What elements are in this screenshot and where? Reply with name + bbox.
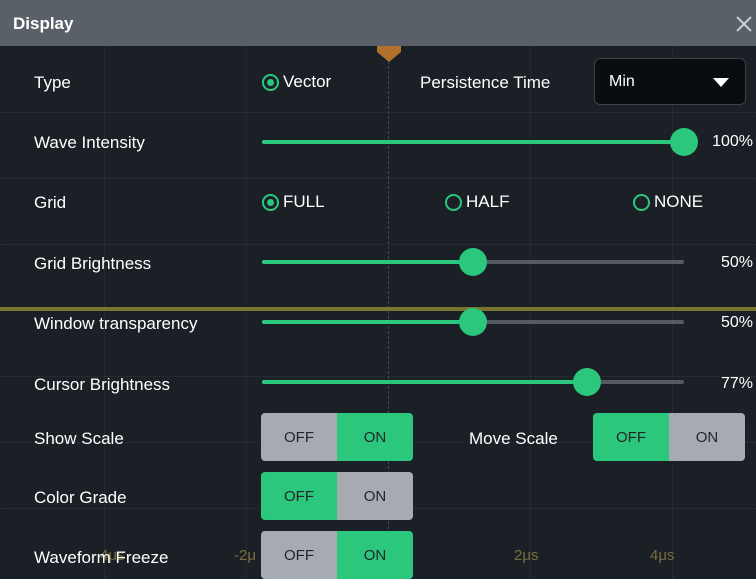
grid-line bbox=[0, 112, 756, 113]
slider-thumb[interactable] bbox=[459, 248, 487, 276]
grid-line bbox=[0, 244, 756, 245]
cursor-brightness-value: 77% bbox=[720, 375, 753, 392]
type-radio-vector[interactable]: Vector bbox=[262, 72, 331, 92]
window-transparency-label: Window transparency bbox=[34, 314, 198, 333]
move-scale-label: Move Scale bbox=[469, 429, 558, 448]
toggle-on-option[interactable]: ON bbox=[337, 472, 413, 520]
radio-unselected-icon bbox=[633, 193, 650, 211]
grid-radio-half[interactable]: HALF bbox=[445, 192, 509, 212]
dialog-title: Display bbox=[13, 14, 74, 33]
slider-thumb[interactable] bbox=[670, 128, 698, 156]
toggle-on-option[interactable]: ON bbox=[669, 413, 745, 461]
toggle-off-option[interactable]: OFF bbox=[261, 531, 337, 579]
grid-radio-none[interactable]: NONE bbox=[633, 192, 703, 212]
slider-thumb[interactable] bbox=[572, 368, 601, 396]
grid-brightness-label: Grid Brightness bbox=[34, 254, 152, 273]
dialog-titlebar: Display bbox=[0, 0, 756, 46]
cursor-brightness-label: Cursor Brightness bbox=[34, 375, 171, 394]
close-icon[interactable] bbox=[734, 14, 754, 34]
type-option-label: Vector bbox=[283, 72, 332, 91]
color-grade-label: Color Grade bbox=[34, 488, 127, 507]
radio-selected-icon bbox=[262, 193, 279, 211]
grid-radio-full[interactable]: FULL bbox=[262, 192, 325, 212]
move-scale-toggle[interactable]: OFF ON bbox=[593, 413, 745, 461]
persistence-time-label: Persistence Time bbox=[420, 73, 551, 92]
grid-option-label: HALF bbox=[466, 192, 510, 211]
grid-line bbox=[246, 46, 247, 579]
time-axis-label: 4μs bbox=[650, 547, 675, 564]
radio-unselected-icon bbox=[445, 193, 462, 211]
wave-intensity-slider[interactable] bbox=[262, 128, 698, 156]
type-label: Type bbox=[34, 73, 71, 92]
caret-down-icon bbox=[713, 78, 729, 87]
persistence-time-dropdown[interactable]: Min bbox=[594, 58, 746, 105]
window-transparency-slider[interactable] bbox=[262, 308, 684, 336]
window-transparency-value: 50% bbox=[720, 314, 753, 331]
grid-brightness-value: 50% bbox=[720, 254, 753, 271]
waveform-freeze-toggle[interactable]: OFF ON bbox=[261, 531, 413, 579]
radio-selected-icon bbox=[262, 73, 279, 91]
grid-option-label: NONE bbox=[654, 192, 704, 211]
grid-line bbox=[0, 178, 756, 179]
color-grade-toggle[interactable]: OFF ON bbox=[261, 472, 413, 520]
toggle-off-option[interactable]: OFF bbox=[261, 472, 337, 520]
dropdown-value: Min bbox=[609, 73, 635, 90]
cursor-brightness-slider[interactable] bbox=[262, 368, 684, 396]
time-axis-label: -2μ bbox=[234, 547, 256, 564]
toggle-off-option[interactable]: OFF bbox=[261, 413, 337, 461]
grid-option-label: FULL bbox=[283, 192, 325, 211]
toggle-on-option[interactable]: ON bbox=[337, 531, 413, 579]
trigger-position-icon[interactable] bbox=[375, 46, 403, 62]
grid-brightness-slider[interactable] bbox=[262, 248, 684, 276]
toggle-on-option[interactable]: ON bbox=[337, 413, 413, 461]
waveform-freeze-label: Waveform Freeze bbox=[34, 548, 169, 567]
slider-fill bbox=[262, 320, 473, 324]
toggle-off-option[interactable]: OFF bbox=[593, 413, 669, 461]
grid-label: Grid bbox=[34, 193, 67, 212]
time-axis-label: 2μs bbox=[514, 547, 539, 564]
show-scale-toggle[interactable]: OFF ON bbox=[261, 413, 413, 461]
slider-thumb[interactable] bbox=[459, 308, 487, 336]
wave-intensity-label: Wave Intensity bbox=[34, 133, 145, 152]
slider-fill bbox=[262, 380, 587, 384]
slider-fill bbox=[262, 260, 473, 264]
slider-fill bbox=[262, 140, 684, 144]
wave-intensity-value: 100% bbox=[712, 133, 753, 150]
show-scale-label: Show Scale bbox=[34, 429, 124, 448]
